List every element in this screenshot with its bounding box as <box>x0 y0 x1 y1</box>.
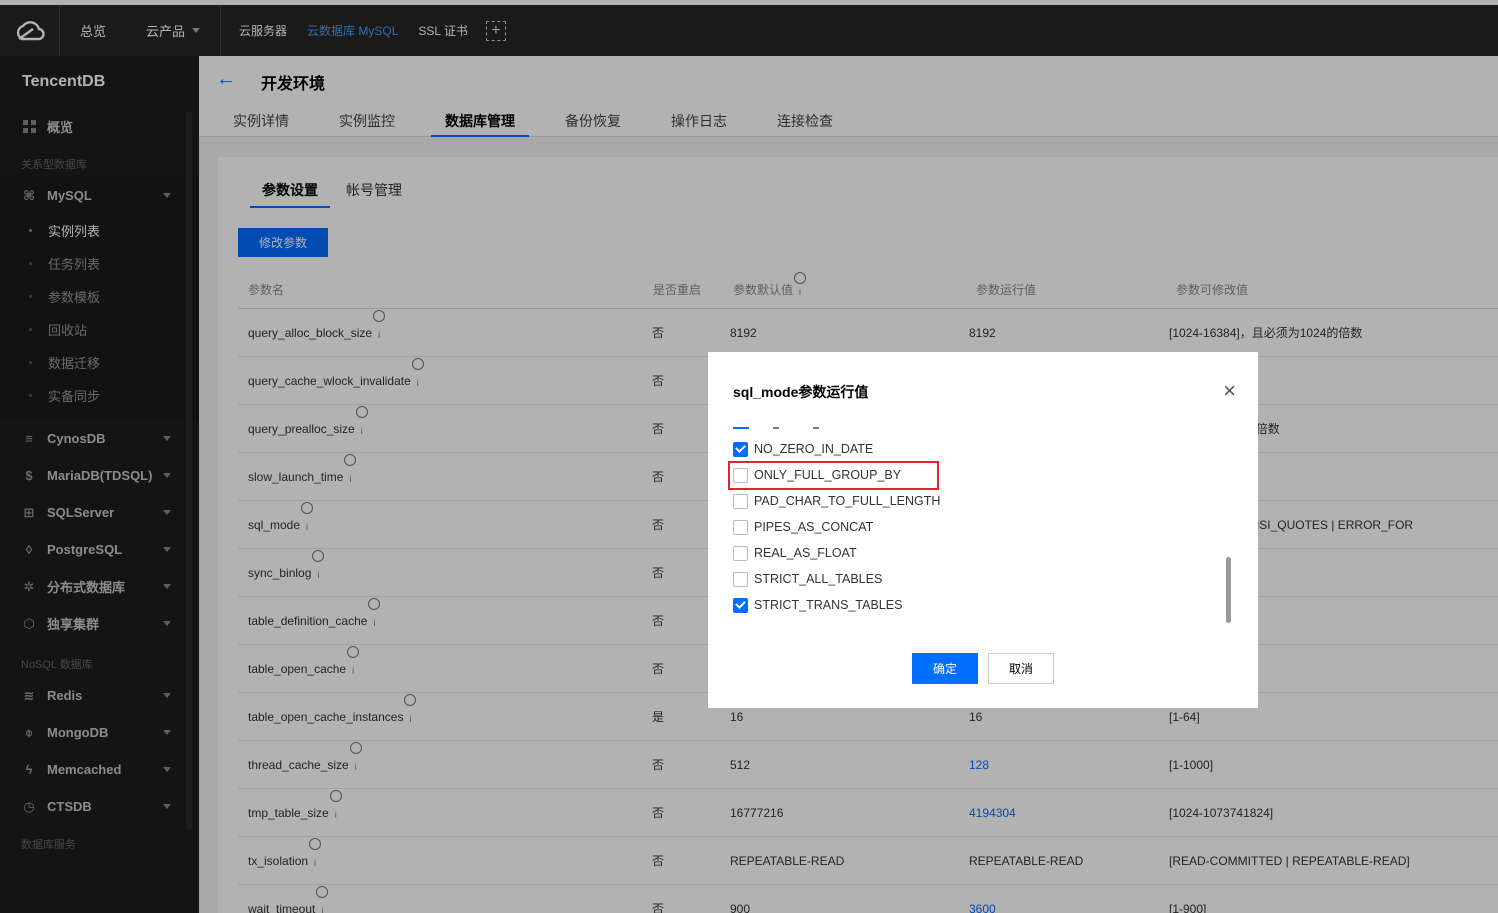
dialog-scrollbar[interactable] <box>1226 557 1231 623</box>
dialog-title: sql_mode参数运行值 <box>733 384 869 400</box>
option-item[interactable]: STRICT_TRANS_TABLES <box>733 592 1233 618</box>
checkbox-checked[interactable] <box>733 441 748 457</box>
highlight-box <box>728 461 939 490</box>
option-list: NO_ZERO_IN_DATE ONLY_FULL_GROUP_BY PAD_CHA… <box>733 420 1233 625</box>
sql-mode-dialog: sql_mode参数运行值 × NO_ZERO_IN_DATE ONLY_FULL… <box>708 352 1258 708</box>
option-item[interactable]: PAD_CHAR_TO_FULL_LENGTH <box>733 488 1233 514</box>
checkbox-checked[interactable] <box>733 597 748 613</box>
cancel-button[interactable]: 取消 <box>988 653 1054 684</box>
option-item[interactable]: PIPES_AS_CONCAT <box>733 514 1233 540</box>
option-label: NO_ZERO_IN_DATE <box>754 442 874 456</box>
option-label: STRICT_ALL_TABLES <box>754 572 883 586</box>
option-label: PAD_CHAR_TO_FULL_LENGTH <box>754 494 941 508</box>
checkbox[interactable] <box>733 519 748 535</box>
checkbox[interactable] <box>733 493 748 509</box>
checkbox[interactable] <box>733 545 748 561</box>
option-label: REAL_AS_FLOAT <box>754 546 857 560</box>
option-item[interactable]: NO_ZERO_IN_DATE <box>733 436 1233 462</box>
checkbox[interactable] <box>733 571 748 587</box>
option-label: STRICT_TRANS_TABLES <box>754 598 903 612</box>
option-item[interactable]: STRICT_ALL_TABLES <box>733 566 1233 592</box>
option-label: PIPES_AS_CONCAT <box>754 520 874 534</box>
close-icon[interactable]: × <box>1223 378 1236 404</box>
partial-option-row <box>733 420 1233 436</box>
option-item[interactable]: REAL_AS_FLOAT <box>733 540 1233 566</box>
confirm-button[interactable]: 确定 <box>912 653 978 684</box>
